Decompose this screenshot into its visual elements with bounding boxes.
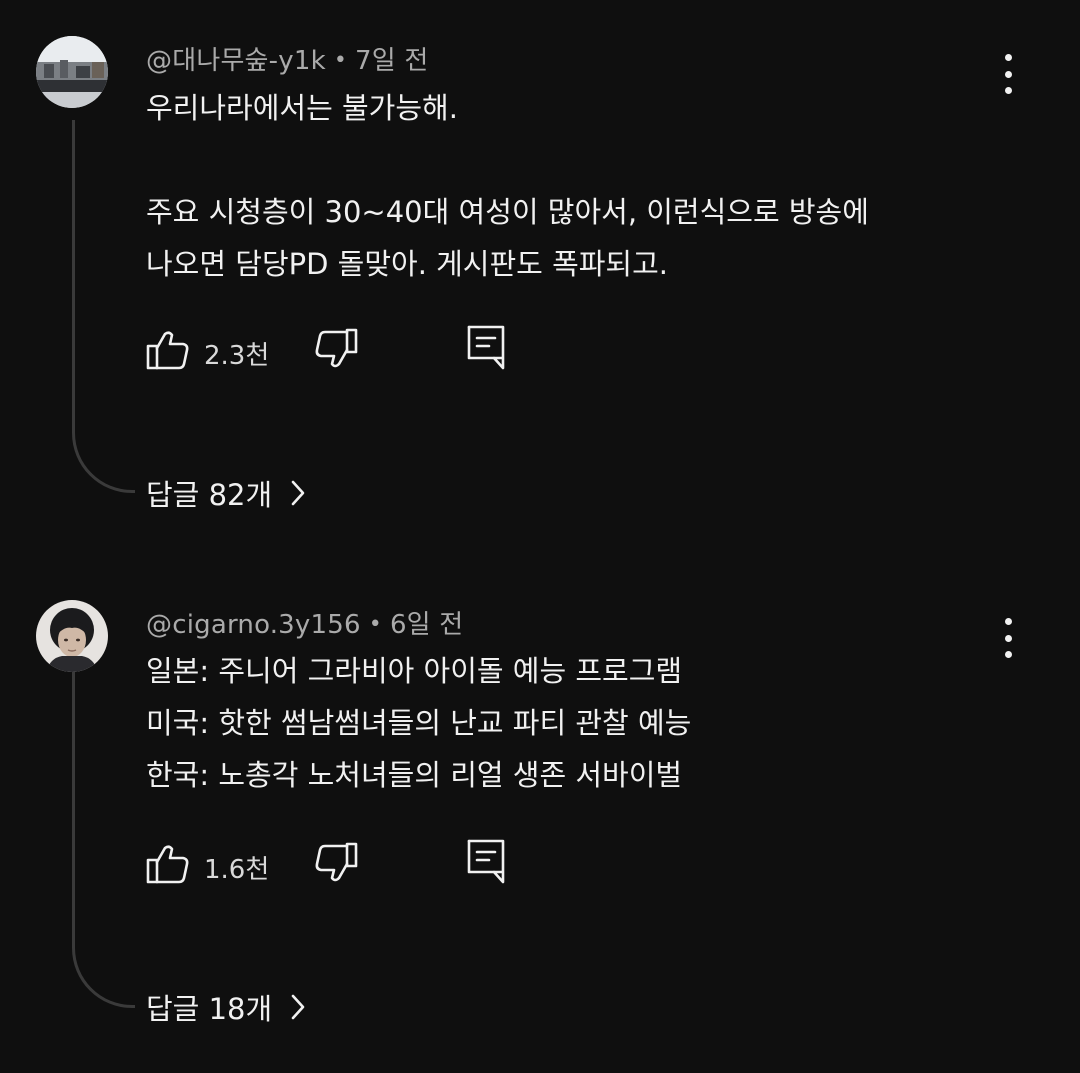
more-vertical-icon[interactable] (990, 616, 1026, 660)
thumbs-down-icon[interactable] (314, 842, 358, 886)
replies-label: 답글 18개 (146, 992, 273, 1026)
thumbs-up-icon[interactable] (146, 842, 190, 886)
thread-line (72, 672, 135, 1008)
person-portrait-avatar-icon (36, 600, 108, 672)
comment-2: @cigarno.3y156 • 6일 전 일본: 주니어 그라비아 아이돌 예능 … (0, 0, 1080, 1073)
avatar[interactable] (36, 600, 108, 672)
comment-meta: @cigarno.3y156 • 6일 전 (146, 604, 463, 641)
replies-button[interactable]: 답글 18개 (146, 986, 306, 1028)
separator-dot: • (368, 612, 382, 637)
like-count: 1.6천 (204, 855, 270, 885)
comment-time: 6일 전 (389, 610, 464, 640)
reply-comment-icon[interactable] (466, 838, 506, 886)
chevron-right-icon (291, 994, 305, 1020)
comment-text: 일본: 주니어 그라비아 아이돌 예능 프로그램 미국: 핫한 썸남썸녀들의 난… (146, 654, 692, 792)
author-name[interactable]: @cigarno.3y156 (146, 610, 361, 640)
